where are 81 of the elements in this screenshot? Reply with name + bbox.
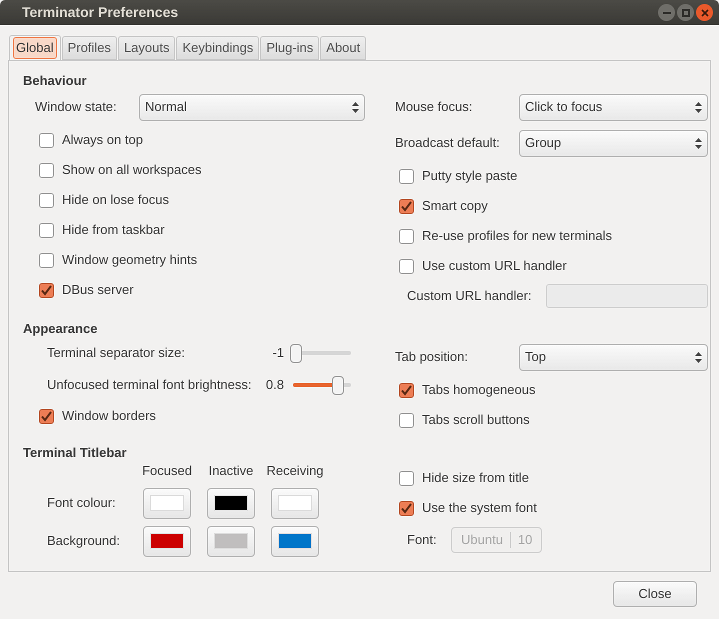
- slider-label: Unfocused terminal font brightness:: [47, 376, 252, 394]
- check-icon: [41, 284, 52, 296]
- color-button[interactable]: [207, 488, 255, 518]
- color-button[interactable]: [271, 526, 319, 556]
- checkbox[interactable]: [399, 168, 414, 184]
- up-down-caret-icon: [695, 352, 702, 362]
- close-icon: [700, 8, 708, 16]
- checkbox-label: Hide size from title: [422, 469, 529, 488]
- color-button[interactable]: [271, 488, 319, 518]
- checkbox-label: Re-use profiles for new terminals: [422, 227, 612, 246]
- select-label: Window state:: [35, 98, 118, 116]
- section-heading: Appearance: [23, 321, 98, 337]
- tab[interactable]: Global: [9, 35, 61, 60]
- checkbox-label: Hide from taskbar: [62, 221, 165, 240]
- checkbox-label: Window borders: [62, 407, 156, 426]
- minimize-button[interactable]: [658, 4, 675, 21]
- tab[interactable]: Layouts: [118, 36, 176, 60]
- checkbox-label: Use custom URL handler: [422, 257, 567, 276]
- check-icon: [41, 410, 52, 422]
- up-down-caret-icon: [695, 102, 702, 112]
- close-window-button[interactable]: [696, 4, 713, 21]
- checkbox-label: Use the system font: [422, 499, 537, 518]
- checkbox[interactable]: [39, 162, 54, 178]
- checkbox[interactable]: [39, 408, 54, 424]
- checkbox[interactable]: [39, 132, 54, 148]
- check-icon: [401, 502, 412, 514]
- slider-reading: 0.8: [266, 376, 284, 394]
- checkbox-label: Tabs homogeneous: [422, 381, 536, 400]
- checkbox[interactable]: [399, 198, 414, 214]
- section-heading: Behaviour: [23, 73, 88, 89]
- checkbox[interactable]: [39, 192, 54, 208]
- window-title: Terminator Preferences: [22, 3, 178, 22]
- slider-reading: -1: [272, 344, 284, 362]
- color-label: Font colour:: [47, 494, 117, 512]
- color-label: Background:: [47, 532, 121, 550]
- tab[interactable]: Keybindings: [176, 36, 260, 60]
- checkbox[interactable]: [399, 470, 414, 486]
- up-down-caret-icon: [352, 102, 359, 112]
- select-label: Broadcast default:: [395, 134, 501, 152]
- color-button[interactable]: [207, 526, 255, 556]
- slider-label: Terminal separator size:: [47, 344, 186, 362]
- checkbox-label: Putty style paste: [422, 167, 518, 186]
- dropdown[interactable]: Click to focus: [519, 94, 708, 120]
- slider-thumb[interactable]: [332, 376, 344, 394]
- slider-thumb[interactable]: [290, 344, 302, 362]
- check-icon: [401, 200, 412, 212]
- checkbox[interactable]: [39, 282, 54, 298]
- color-button[interactable]: [143, 488, 191, 518]
- tab[interactable]: Plug-ins: [260, 36, 320, 60]
- checkbox-label: DBus server: [62, 281, 134, 300]
- maximize-button[interactable]: [677, 4, 694, 21]
- column-header: Receiving: [265, 462, 325, 480]
- font-label: Font:: [407, 531, 438, 550]
- checkbox[interactable]: [399, 228, 414, 244]
- checkbox-label: Window geometry hints: [62, 251, 198, 270]
- dropdown[interactable]: Top: [519, 344, 708, 370]
- tab[interactable]: About: [320, 36, 366, 60]
- tab[interactable]: Profiles: [62, 36, 117, 60]
- up-down-caret-icon: [695, 138, 702, 148]
- checkbox-label: Smart copy: [422, 197, 488, 216]
- color-button[interactable]: [143, 526, 191, 556]
- checkbox[interactable]: [399, 258, 414, 274]
- checkbox[interactable]: [39, 222, 54, 238]
- select-label: Tab position:: [395, 348, 469, 366]
- checkbox-label: Tabs scroll buttons: [422, 411, 530, 430]
- check-icon: [401, 384, 412, 396]
- checkbox[interactable]: [399, 500, 414, 516]
- field-label: Custom URL handler:: [407, 287, 533, 306]
- checkbox[interactable]: [399, 412, 414, 428]
- column-header: Focused: [141, 462, 193, 480]
- dropdown[interactable]: Group: [519, 130, 708, 156]
- checkbox[interactable]: [399, 382, 414, 398]
- section-heading: Terminal Titlebar: [23, 445, 128, 461]
- checkbox-label: Always on top: [62, 131, 143, 150]
- select-label: Mouse focus:: [395, 98, 474, 116]
- checkbox-label: Hide on lose focus: [62, 191, 169, 210]
- checkbox-label: Show on all workspaces: [62, 161, 202, 180]
- close-button[interactable]: Close: [613, 581, 697, 607]
- dropdown[interactable]: Normal: [139, 94, 365, 120]
- column-header: Inactive: [208, 462, 254, 480]
- checkbox[interactable]: [39, 252, 54, 268]
